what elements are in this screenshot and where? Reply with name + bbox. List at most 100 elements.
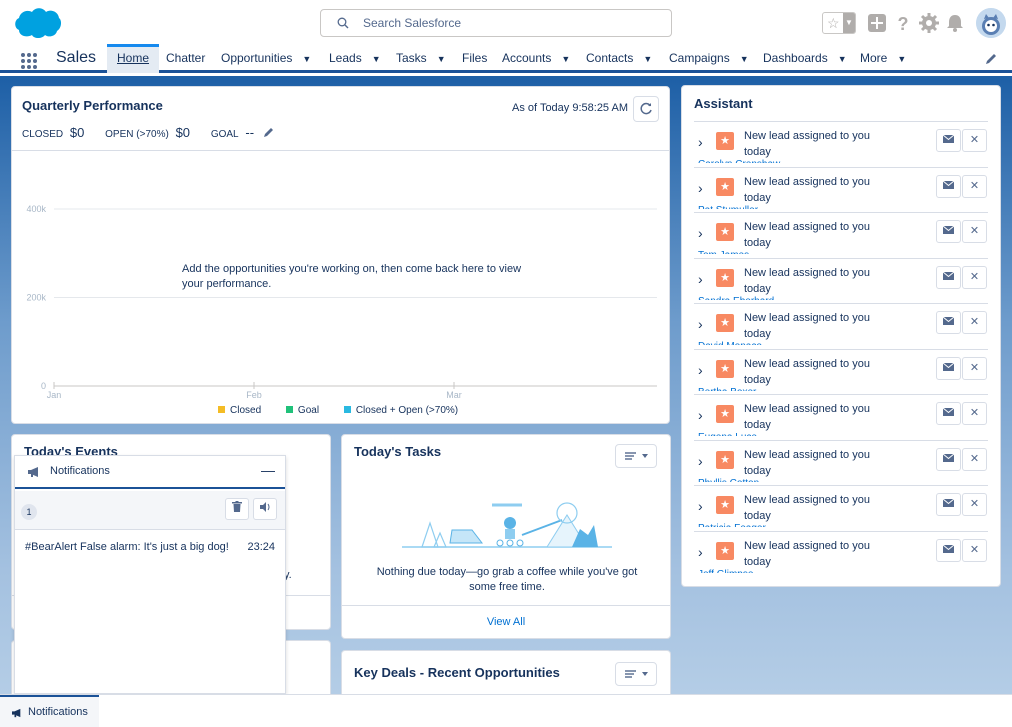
legend-swatch (285, 406, 293, 413)
chevron-down-icon[interactable]: ▼ (838, 45, 847, 73)
email-button[interactable] (936, 265, 961, 289)
chevron-down-icon[interactable]: ▼ (740, 45, 749, 73)
add-icon[interactable] (866, 12, 888, 34)
assistant-item[interactable]: › ★ New lead assigned to you todayPhyllis … (694, 439, 988, 482)
lead-name-link[interactable]: Patricia Feager (698, 523, 766, 527)
dismiss-button[interactable]: ✕ (962, 493, 987, 516)
assistant-item[interactable]: › ★ New lead assigned to you todaySandra E… (694, 257, 988, 300)
lead-icon: ★ (716, 177, 734, 196)
nav-tab-more[interactable]: More ▼ (860, 44, 906, 73)
assistant-item[interactable]: › ★ New lead assigned to you todayEugena L… (694, 394, 988, 436)
chevron-right-icon[interactable]: › (698, 316, 703, 332)
email-icon (942, 180, 955, 189)
email-button[interactable] (936, 311, 961, 334)
sound-toggle-button[interactable] (253, 498, 277, 520)
nav-tab-opportunities[interactable]: Opportunities ▼ (221, 44, 311, 73)
nav-tab-leads[interactable]: Leads ▼ (329, 44, 381, 73)
lead-icon: ★ (716, 223, 734, 241)
lead-name-link[interactable]: Eugena Luce (698, 432, 757, 436)
chevron-right-icon[interactable]: › (698, 180, 703, 196)
chevron-down-icon[interactable]: ▼ (643, 45, 652, 73)
email-button[interactable] (936, 174, 961, 198)
chevron-down-icon[interactable]: ▼ (561, 45, 570, 73)
email-icon (942, 316, 955, 325)
email-button[interactable] (936, 356, 961, 380)
dismiss-button[interactable]: ✕ (962, 538, 987, 562)
minimize-button[interactable]: — (261, 462, 275, 478)
view-all-link[interactable]: View All (342, 605, 670, 638)
dismiss-button[interactable]: ✕ (962, 220, 987, 243)
chevron-right-icon[interactable]: › (698, 453, 703, 469)
nav-tab-campaigns[interactable]: Campaigns ▼ (669, 44, 749, 73)
notification-message[interactable]: #BearAlert False alarm: It's just a big … (25, 541, 229, 553)
lead-name-link[interactable]: Bertha Boxer (698, 387, 756, 391)
bell-icon[interactable] (944, 12, 966, 34)
chevron-down-icon[interactable]: ▼ (372, 45, 381, 73)
app-launcher-icon[interactable] (20, 52, 38, 70)
assistant-item[interactable]: › ★ New lead assigned to you todayJeff Gli… (694, 530, 988, 573)
nav-tab-home[interactable]: Home (107, 44, 160, 73)
nav-tab-chatter[interactable]: Chatter (166, 44, 205, 73)
nav-tab-accounts[interactable]: Accounts ▼ (502, 44, 570, 73)
chevron-right-icon[interactable]: › (698, 362, 703, 378)
dismiss-button[interactable]: ✕ (962, 402, 987, 425)
assistant-item-text: New lead assigned to you today (744, 130, 870, 158)
quarterly-performance-card: Quarterly Performance As of Today 9:58:2… (11, 86, 670, 424)
nav-tab-dashboards[interactable]: Dashboards ▼ (763, 44, 847, 73)
edit-goal-icon[interactable] (263, 126, 275, 138)
assistant-item[interactable]: › ★ New lead assigned to you todayCarolyn … (694, 121, 988, 163)
email-button[interactable] (936, 538, 961, 562)
task-filter-button[interactable] (615, 444, 657, 468)
dismiss-button[interactable]: ✕ (962, 447, 987, 471)
chevron-down-icon[interactable]: ▼ (843, 13, 855, 33)
closed-label: CLOSED (22, 129, 64, 140)
email-button[interactable] (936, 129, 961, 152)
card-title: Quarterly Performance (22, 98, 163, 113)
chevron-right-icon[interactable]: › (698, 544, 703, 560)
dismiss-button[interactable]: ✕ (962, 311, 987, 334)
edit-nav-icon[interactable] (984, 52, 998, 66)
dismiss-button[interactable]: ✕ (962, 129, 987, 152)
assistant-item[interactable]: › ★ New lead assigned to you todayPat Stum… (694, 166, 988, 209)
chevron-right-icon[interactable]: › (698, 225, 703, 241)
lead-name-link[interactable]: Sandra Eberhard (698, 296, 774, 300)
help-icon[interactable]: ? (892, 12, 914, 34)
assistant-item[interactable]: › ★ New lead assigned to you todayPatricia… (694, 485, 988, 527)
lead-name-link[interactable]: Tom James (698, 250, 749, 254)
salesforce-logo[interactable] (12, 6, 62, 40)
lead-name-link[interactable]: Jeff Glimpse (698, 569, 753, 573)
refresh-button[interactable] (633, 96, 659, 122)
clear-notifications-button[interactable] (225, 498, 249, 520)
lead-name-link[interactable]: Phyllis Cotton (698, 478, 759, 482)
email-button[interactable] (936, 493, 961, 516)
assistant-item-text: New lead assigned to you today (744, 403, 870, 431)
chevron-down-icon[interactable]: ▼ (897, 45, 906, 73)
dismiss-button[interactable]: ✕ (962, 356, 987, 380)
user-avatar[interactable] (976, 8, 1006, 38)
email-button[interactable] (936, 220, 961, 243)
chevron-right-icon[interactable]: › (698, 271, 703, 287)
assistant-item[interactable]: › ★ New lead assigned to you todayTom Jame… (694, 212, 988, 254)
utility-notifications-button[interactable]: Notifications (0, 695, 99, 727)
chevron-right-icon[interactable]: › (698, 407, 703, 423)
email-button[interactable] (936, 402, 961, 425)
lead-name-link[interactable]: Carolyn Crenshaw (698, 159, 780, 163)
assistant-item[interactable]: › ★ New lead assigned to you todayDavid Mo… (694, 303, 988, 345)
assistant-item[interactable]: › ★ New lead assigned to you todayBertha B… (694, 348, 988, 391)
nav-tab-contacts[interactable]: Contacts ▼ (586, 44, 652, 73)
lead-name-link[interactable]: David Monaco (698, 341, 762, 345)
dismiss-button[interactable]: ✕ (962, 265, 987, 289)
gear-icon[interactable] (918, 12, 940, 34)
global-search-input[interactable]: Search Salesforce (320, 9, 672, 37)
nav-tab-tasks[interactable]: Tasks ▼ (396, 44, 446, 73)
dismiss-button[interactable]: ✕ (962, 174, 987, 198)
email-button[interactable] (936, 447, 961, 471)
lead-name-link[interactable]: Pat Stumuller (698, 205, 758, 209)
nav-tab-files[interactable]: Files (462, 44, 487, 73)
chevron-down-icon[interactable]: ▼ (302, 45, 311, 73)
chevron-down-icon[interactable]: ▼ (437, 45, 446, 73)
chevron-right-icon[interactable]: › (698, 498, 703, 514)
chevron-right-icon[interactable]: › (698, 134, 703, 150)
deals-filter-button[interactable] (615, 662, 657, 686)
favorites-button[interactable]: ☆ ▼ (822, 12, 856, 34)
